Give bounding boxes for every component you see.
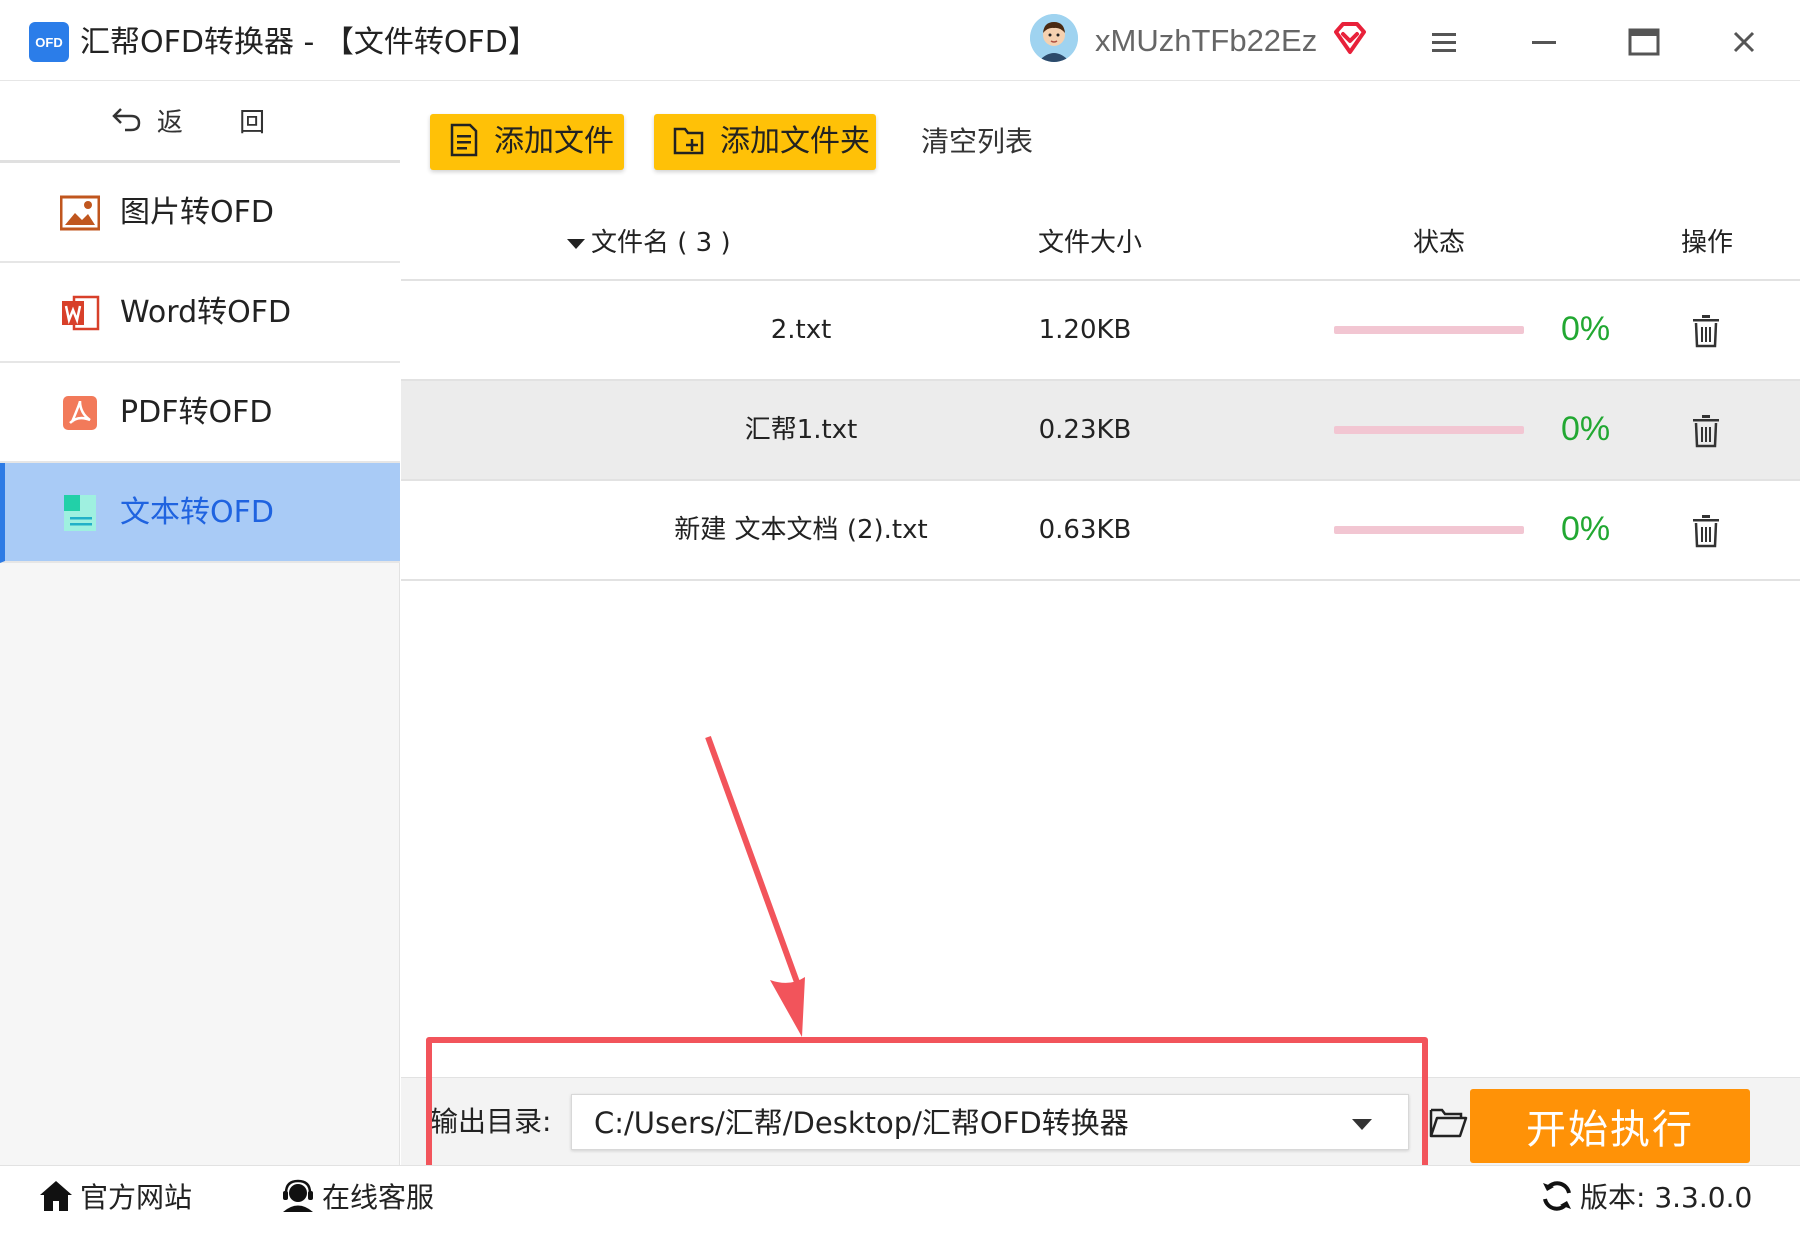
table-row[interactable]: 新建 文本文档 (2).txt 0.63KB 0% (401, 481, 1800, 581)
website-label: 官方网站 (80, 1181, 193, 1214)
progress-bar (1334, 526, 1524, 534)
back-label: 返 回 (156, 108, 290, 138)
column-filesize: 文件大小 (1038, 228, 1143, 258)
delete-icon[interactable] (1691, 414, 1721, 448)
text-file-icon (60, 493, 100, 533)
delete-icon[interactable] (1691, 514, 1721, 548)
sidebar: 返 回 图片转OFD Word转OFD PDF转OFD 文本转OFD (0, 81, 400, 1165)
sidebar-item-label: Word转OFD (120, 295, 292, 330)
file-name: 汇帮1.txt (744, 415, 858, 445)
add-folder-icon (672, 123, 706, 161)
sidebar-item-label: 图片转OFD (120, 195, 274, 230)
home-icon (38, 1179, 74, 1217)
add-folder-label: 添加文件夹 (720, 124, 870, 159)
add-file-label: 添加文件 (494, 124, 614, 159)
progress-bar (1334, 326, 1524, 334)
file-name: 2.txt (770, 315, 832, 345)
support-label: 在线客服 (322, 1181, 435, 1214)
column-filename-label: 文件名 ( 3 ) (591, 228, 731, 258)
website-link[interactable]: 官方网站 (38, 1178, 192, 1218)
file-name: 新建 文本文档 (2).txt (674, 515, 928, 545)
username[interactable]: xMUzhTFb22Ez (1095, 20, 1317, 62)
headset-icon (280, 1179, 316, 1217)
file-size: 1.20KB (1038, 315, 1132, 345)
app-logo: OFD (29, 22, 69, 62)
start-button[interactable]: 开始执行 (1470, 1089, 1750, 1163)
word-file-icon (60, 293, 100, 333)
file-table-header: 文件名 ( 3 ) 文件大小 状态 操作 (401, 205, 1800, 281)
sidebar-item-pdf-to-ofd[interactable]: PDF转OFD (0, 363, 400, 463)
file-size: 0.63KB (1038, 515, 1132, 545)
window-title: 汇帮OFD转换器 - 【文件转OFD】 (80, 25, 538, 60)
add-file-button[interactable]: 添加文件 (430, 114, 624, 170)
sidebar-item-image-to-ofd[interactable]: 图片转OFD (0, 163, 400, 263)
sidebar-item-word-to-ofd[interactable]: Word转OFD (0, 263, 400, 363)
close-icon[interactable] (1720, 18, 1768, 66)
table-row[interactable]: 汇帮1.txt 0.23KB 0% (401, 381, 1800, 481)
highlight-box (426, 1037, 1428, 1173)
progress-bar (1334, 426, 1524, 434)
pdf-file-icon (60, 393, 100, 433)
file-size: 0.23KB (1038, 415, 1132, 445)
menu-icon[interactable] (1420, 18, 1468, 66)
sort-down-icon (567, 238, 585, 249)
vip-diamond-icon[interactable] (1332, 20, 1368, 56)
open-folder-icon[interactable] (1428, 1104, 1468, 1140)
table-row[interactable]: 2.txt 1.20KB 0% (401, 281, 1800, 381)
column-action: 操作 (1681, 228, 1734, 258)
version-info[interactable]: 版本: 3.3.0.0 (1540, 1178, 1752, 1218)
sidebar-item-label: PDF转OFD (120, 395, 273, 430)
back-arrow-icon (111, 105, 143, 137)
progress-percent: 0% (1561, 310, 1611, 348)
version-label: 版本: 3.3.0.0 (1580, 1181, 1753, 1214)
user-avatar[interactable] (1030, 14, 1078, 62)
maximize-icon[interactable] (1620, 18, 1668, 66)
title-bar: OFD 汇帮OFD转换器 - 【文件转OFD】 xMUzhTFb22Ez (0, 0, 1800, 81)
add-folder-button[interactable]: 添加文件夹 (654, 114, 876, 170)
sidebar-item-text-to-ofd[interactable]: 文本转OFD (0, 463, 400, 563)
refresh-icon (1540, 1179, 1574, 1217)
image-file-icon (59, 193, 101, 233)
delete-icon[interactable] (1691, 314, 1721, 348)
clear-list-button[interactable]: 清空列表 (921, 122, 1033, 162)
progress-percent: 0% (1561, 510, 1611, 548)
column-status: 状态 (1413, 228, 1466, 258)
annotation-arrow (705, 735, 805, 1037)
progress-percent: 0% (1561, 410, 1611, 448)
column-filename[interactable]: 文件名 ( 3 ) (567, 225, 731, 261)
support-link[interactable]: 在线客服 (280, 1178, 434, 1218)
add-file-icon (448, 123, 480, 161)
back-button[interactable]: 返 回 (0, 81, 400, 163)
sidebar-item-label: 文本转OFD (120, 495, 274, 530)
footer: 官方网站 在线客服 版本: 3.3.0.0 (0, 1165, 1800, 1234)
minimize-icon[interactable] (1520, 18, 1568, 66)
